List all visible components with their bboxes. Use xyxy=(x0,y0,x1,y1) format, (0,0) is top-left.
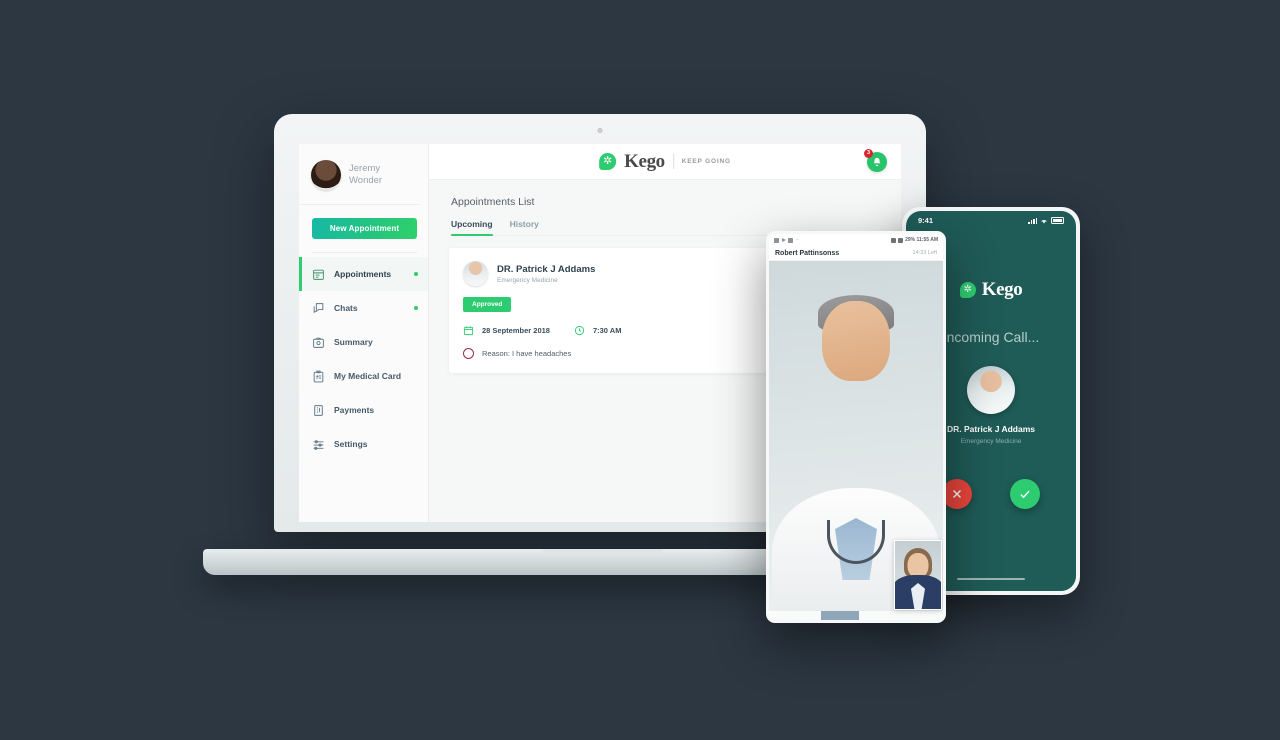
call-duration: 14:33 Left xyxy=(912,250,937,256)
kego-logo-icon: ✲ xyxy=(599,153,617,170)
notification-count-badge: 3 xyxy=(864,148,873,158)
notification-button[interactable]: 3 xyxy=(864,148,887,172)
decline-call-button[interactable] xyxy=(942,479,972,509)
call-contact-name: Robert Pattinsonss xyxy=(775,249,840,257)
sidebar: Jeremy Wonder New Appointment Appointmen… xyxy=(299,144,429,522)
status-badge: Approved xyxy=(463,297,512,312)
appointment-date: 28 September 2018 xyxy=(482,326,550,335)
user-first-name: Jeremy xyxy=(349,163,381,174)
chats-icon xyxy=(312,302,325,315)
status-bar-notification-icons: ·· xyxy=(774,237,799,243)
brand-name: Kego xyxy=(624,150,665,172)
laptop-camera-icon xyxy=(597,128,603,133)
more-icon: ·· xyxy=(795,237,799,243)
signal-icon xyxy=(898,237,904,243)
sidebar-item-settings[interactable]: Settings xyxy=(299,427,428,461)
user-last-name: Wonder xyxy=(349,175,383,186)
wifi-icon xyxy=(1040,218,1048,224)
doctor-avatar xyxy=(463,261,488,286)
phone-video-call-device: ·· 29% 11:55 AM Robert Pattinsonss 14:33… xyxy=(766,231,946,623)
user-profile[interactable]: Jeremy Wonder xyxy=(299,156,420,205)
page-title: Appointments List xyxy=(451,196,535,208)
summary-icon xyxy=(312,336,325,349)
video-call-header: Robert Pattinsonss 14:33 Left xyxy=(769,246,943,261)
appointment-time: 7:30 AM xyxy=(592,326,622,335)
brand-name: Kego xyxy=(981,279,1023,300)
kego-logo-icon: ✲ xyxy=(959,282,976,298)
calendar-icon xyxy=(463,325,474,336)
tab-upcoming[interactable]: Upcoming xyxy=(451,219,493,236)
sidebar-nav: Appointments Chats Summary My Medical Ca… xyxy=(299,257,428,461)
sidebar-item-summary[interactable]: Summary xyxy=(299,325,428,359)
check-icon xyxy=(1020,490,1030,499)
play-icon xyxy=(781,238,786,242)
volume-icon xyxy=(891,237,897,243)
sidebar-item-label: My Medical Card xyxy=(334,371,402,381)
doctor-name: DR. Patrick J Addams xyxy=(497,263,596,275)
home-indicator xyxy=(957,577,1025,580)
new-appointment-button[interactable]: New Appointment xyxy=(312,218,417,239)
sidebar-item-my-medical-card[interactable]: My Medical Card xyxy=(299,359,428,393)
brand-tagline: KEEP GOING xyxy=(681,158,731,165)
sidebar-item-label: Summary xyxy=(334,337,373,347)
sidebar-item-chats[interactable]: Chats xyxy=(299,291,428,325)
user-name: Jeremy Wonder xyxy=(349,163,382,187)
status-bar-right: 29% 11:55 AM xyxy=(891,237,938,243)
remote-video-face xyxy=(822,301,890,381)
video-bottom-accent xyxy=(821,611,859,620)
circle-icon xyxy=(463,348,474,359)
android-status-bar: ·· 29% 11:55 AM xyxy=(769,234,943,246)
battery-icon xyxy=(1051,217,1064,224)
tab-history[interactable]: History xyxy=(510,219,539,235)
avatar xyxy=(311,160,341,190)
phone-video-call-screen: ·· 29% 11:55 AM Robert Pattinsonss 14:33… xyxy=(769,234,943,620)
sidebar-item-label: Appointments xyxy=(334,269,392,279)
close-icon xyxy=(953,490,961,498)
screenshot-icon xyxy=(774,237,779,243)
sidebar-item-label: Settings xyxy=(334,439,368,449)
mute-icon xyxy=(788,237,793,243)
appointment-reason: Reason: I have headaches xyxy=(482,349,572,358)
status-bar-clock: 9:41 xyxy=(918,216,934,225)
accept-call-button[interactable] xyxy=(1010,479,1040,509)
sidebar-item-label: Payments xyxy=(334,405,375,415)
video-stage[interactable] xyxy=(769,261,943,620)
sidebar-divider xyxy=(312,252,417,253)
sidebar-item-payments[interactable]: Payments xyxy=(299,393,428,427)
self-view-pip[interactable] xyxy=(894,540,942,610)
doctor-info: DR. Patrick J Addams Emergency Medicine xyxy=(497,264,595,284)
laptop-base-notch xyxy=(543,549,663,556)
payments-icon xyxy=(312,404,325,417)
sidebar-item-label: Chats xyxy=(334,303,358,313)
brand-divider xyxy=(672,154,674,169)
medical-card-icon xyxy=(312,370,325,383)
sidebar-item-badge-dot xyxy=(414,272,418,276)
caller-avatar xyxy=(967,366,1015,414)
sidebar-item-appointments[interactable]: Appointments xyxy=(299,257,428,291)
clock-icon xyxy=(574,325,585,336)
status-bar-battery-clock: 29% 11:55 AM xyxy=(905,237,938,243)
brand-logo: ✲ Kego KEEP GOING xyxy=(599,151,731,173)
sidebar-item-badge-dot xyxy=(414,306,418,310)
status-bar-icons xyxy=(1028,217,1064,224)
appointments-icon xyxy=(312,268,325,281)
phone-status-bar: 9:41 xyxy=(906,211,1076,230)
signal-icon xyxy=(1028,217,1037,224)
app-header: ✲ Kego KEEP GOING 3 xyxy=(429,144,901,180)
bell-icon xyxy=(873,157,881,166)
settings-icon xyxy=(312,438,325,451)
doctor-specialty: Emergency Medicine xyxy=(497,276,558,284)
